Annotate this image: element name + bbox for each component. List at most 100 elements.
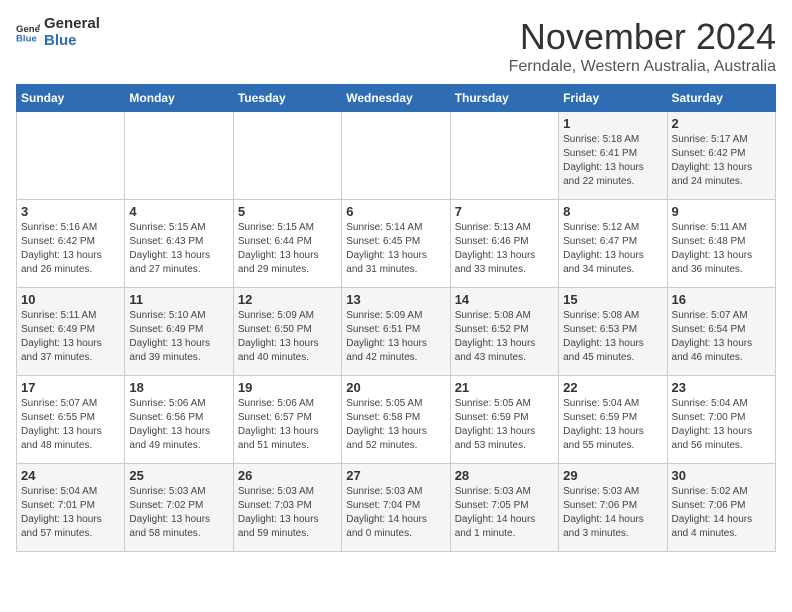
day-info: Sunrise: 5:12 AM Sunset: 6:47 PM Dayligh… [563,221,662,277]
day-number: 13 [346,292,445,307]
day-info: Sunrise: 5:17 AM Sunset: 6:42 PM Dayligh… [672,133,771,189]
day-info: Sunrise: 5:06 AM Sunset: 6:57 PM Dayligh… [238,397,337,453]
day-number: 18 [129,380,228,395]
header-cell-tuesday: Tuesday [233,85,341,112]
day-cell: 7 Sunrise: 5:13 AM Sunset: 6:46 PM Daylig… [450,200,558,288]
day-number: 20 [346,380,445,395]
day-info: Sunrise: 5:08 AM Sunset: 6:52 PM Dayligh… [455,309,554,365]
header-cell-friday: Friday [559,85,667,112]
header-cell-wednesday: Wednesday [342,85,450,112]
day-cell: 3 Sunrise: 5:16 AM Sunset: 6:42 PM Daylig… [17,200,125,288]
day-cell: 25 Sunrise: 5:03 AM Sunset: 7:02 PM Dayli… [125,464,233,552]
day-number: 26 [238,468,337,483]
day-cell: 23 Sunrise: 5:04 AM Sunset: 7:00 PM Dayli… [667,376,775,464]
day-cell: 9Sunrise: 5:11 AM Sunset: 6:48 PM Daylig… [667,200,775,288]
day-cell [450,112,558,200]
day-cell: 30Sunrise: 5:02 AM Sunset: 7:06 PM Dayli… [667,464,775,552]
calendar-table: SundayMondayTuesdayWednesdayThursdayFrid… [16,84,776,552]
logo-blue: Blue [44,33,100,50]
week-row-3: 10 Sunrise: 5:11 AM Sunset: 6:49 PM Dayli… [17,288,776,376]
logo-general: General [44,16,100,33]
day-cell: 1 Sunrise: 5:18 AM Sunset: 6:41 PM Daylig… [559,112,667,200]
day-number: 3 [21,204,120,219]
logo: General Blue General Blue [16,16,100,49]
day-info: Sunrise: 5:09 AM Sunset: 6:51 PM Dayligh… [346,309,445,365]
day-info: Sunrise: 5:03 AM Sunset: 7:06 PM Dayligh… [563,485,662,541]
day-cell: 17 Sunrise: 5:07 AM Sunset: 6:55 PM Dayli… [17,376,125,464]
header: General Blue General Blue November 2024 … [16,16,776,76]
day-cell: 11 Sunrise: 5:10 AM Sunset: 6:49 PM Dayli… [125,288,233,376]
title-area: November 2024 Ferndale, Western Australi… [509,16,776,76]
day-cell: 6Sunrise: 5:14 AM Sunset: 6:45 PM Daylig… [342,200,450,288]
day-number: 7 [455,204,554,219]
day-number: 1 [563,116,662,131]
day-number: 11 [129,292,228,307]
day-info: Sunrise: 5:13 AM Sunset: 6:46 PM Dayligh… [455,221,554,277]
day-info: Sunrise: 5:07 AM Sunset: 6:54 PM Dayligh… [672,309,771,365]
day-info: Sunrise: 5:15 AM Sunset: 6:44 PM Dayligh… [238,221,337,277]
day-info: Sunrise: 5:05 AM Sunset: 6:59 PM Dayligh… [455,397,554,453]
subtitle: Ferndale, Western Australia, Australia [509,58,776,76]
week-row-5: 24Sunrise: 5:04 AM Sunset: 7:01 PM Dayli… [17,464,776,552]
day-info: Sunrise: 5:03 AM Sunset: 7:03 PM Dayligh… [238,485,337,541]
day-number: 10 [21,292,120,307]
day-info: Sunrise: 5:04 AM Sunset: 6:59 PM Dayligh… [563,397,662,453]
day-info: Sunrise: 5:04 AM Sunset: 7:00 PM Dayligh… [672,397,771,453]
day-info: Sunrise: 5:11 AM Sunset: 6:48 PM Dayligh… [672,221,771,277]
header-cell-thursday: Thursday [450,85,558,112]
day-cell: 4 Sunrise: 5:15 AM Sunset: 6:43 PM Daylig… [125,200,233,288]
day-info: Sunrise: 5:10 AM Sunset: 6:49 PM Dayligh… [129,309,228,365]
day-info: Sunrise: 5:07 AM Sunset: 6:55 PM Dayligh… [21,397,120,453]
day-cell: 8Sunrise: 5:12 AM Sunset: 6:47 PM Daylig… [559,200,667,288]
day-cell: 28 Sunrise: 5:03 AM Sunset: 7:05 PM Dayli… [450,464,558,552]
day-info: Sunrise: 5:06 AM Sunset: 6:56 PM Dayligh… [129,397,228,453]
day-cell: 16Sunrise: 5:07 AM Sunset: 6:54 PM Dayli… [667,288,775,376]
day-number: 17 [21,380,120,395]
day-number: 23 [672,380,771,395]
day-info: Sunrise: 5:16 AM Sunset: 6:42 PM Dayligh… [21,221,120,277]
day-cell: 21 Sunrise: 5:05 AM Sunset: 6:59 PM Dayli… [450,376,558,464]
day-number: 4 [129,204,228,219]
day-info: Sunrise: 5:03 AM Sunset: 7:02 PM Dayligh… [129,485,228,541]
day-cell [125,112,233,200]
day-cell: 20 Sunrise: 5:05 AM Sunset: 6:58 PM Dayli… [342,376,450,464]
day-cell: 29 Sunrise: 5:03 AM Sunset: 7:06 PM Dayli… [559,464,667,552]
day-cell: 14 Sunrise: 5:08 AM Sunset: 6:52 PM Dayli… [450,288,558,376]
day-info: Sunrise: 5:14 AM Sunset: 6:45 PM Dayligh… [346,221,445,277]
day-number: 14 [455,292,554,307]
header-cell-monday: Monday [125,85,233,112]
day-number: 5 [238,204,337,219]
day-cell: 22Sunrise: 5:04 AM Sunset: 6:59 PM Dayli… [559,376,667,464]
day-info: Sunrise: 5:03 AM Sunset: 7:05 PM Dayligh… [455,485,554,541]
day-cell [17,112,125,200]
day-info: Sunrise: 5:04 AM Sunset: 7:01 PM Dayligh… [21,485,120,541]
week-row-2: 3 Sunrise: 5:16 AM Sunset: 6:42 PM Daylig… [17,200,776,288]
day-info: Sunrise: 5:05 AM Sunset: 6:58 PM Dayligh… [346,397,445,453]
day-number: 19 [238,380,337,395]
svg-text:Blue: Blue [16,33,37,44]
main-title: November 2024 [509,16,776,58]
day-info: Sunrise: 5:15 AM Sunset: 6:43 PM Dayligh… [129,221,228,277]
day-cell: 26 Sunrise: 5:03 AM Sunset: 7:03 PM Dayli… [233,464,341,552]
day-info: Sunrise: 5:11 AM Sunset: 6:49 PM Dayligh… [21,309,120,365]
day-cell: 5 Sunrise: 5:15 AM Sunset: 6:44 PM Daylig… [233,200,341,288]
day-cell: 13 Sunrise: 5:09 AM Sunset: 6:51 PM Dayli… [342,288,450,376]
day-number: 29 [563,468,662,483]
day-cell: 15Sunrise: 5:08 AM Sunset: 6:53 PM Dayli… [559,288,667,376]
day-info: Sunrise: 5:08 AM Sunset: 6:53 PM Dayligh… [563,309,662,365]
week-row-4: 17 Sunrise: 5:07 AM Sunset: 6:55 PM Dayli… [17,376,776,464]
day-number: 21 [455,380,554,395]
header-cell-sunday: Sunday [17,85,125,112]
generalblue-logo-icon: General Blue [16,21,40,45]
day-number: 28 [455,468,554,483]
day-number: 25 [129,468,228,483]
day-cell: 10 Sunrise: 5:11 AM Sunset: 6:49 PM Dayli… [17,288,125,376]
header-cell-saturday: Saturday [667,85,775,112]
day-cell: 2Sunrise: 5:17 AM Sunset: 6:42 PM Daylig… [667,112,775,200]
day-cell [342,112,450,200]
day-info: Sunrise: 5:18 AM Sunset: 6:41 PM Dayligh… [563,133,662,189]
day-cell: 24Sunrise: 5:04 AM Sunset: 7:01 PM Dayli… [17,464,125,552]
day-info: Sunrise: 5:02 AM Sunset: 7:06 PM Dayligh… [672,485,771,541]
day-info: Sunrise: 5:09 AM Sunset: 6:50 PM Dayligh… [238,309,337,365]
day-number: 27 [346,468,445,483]
